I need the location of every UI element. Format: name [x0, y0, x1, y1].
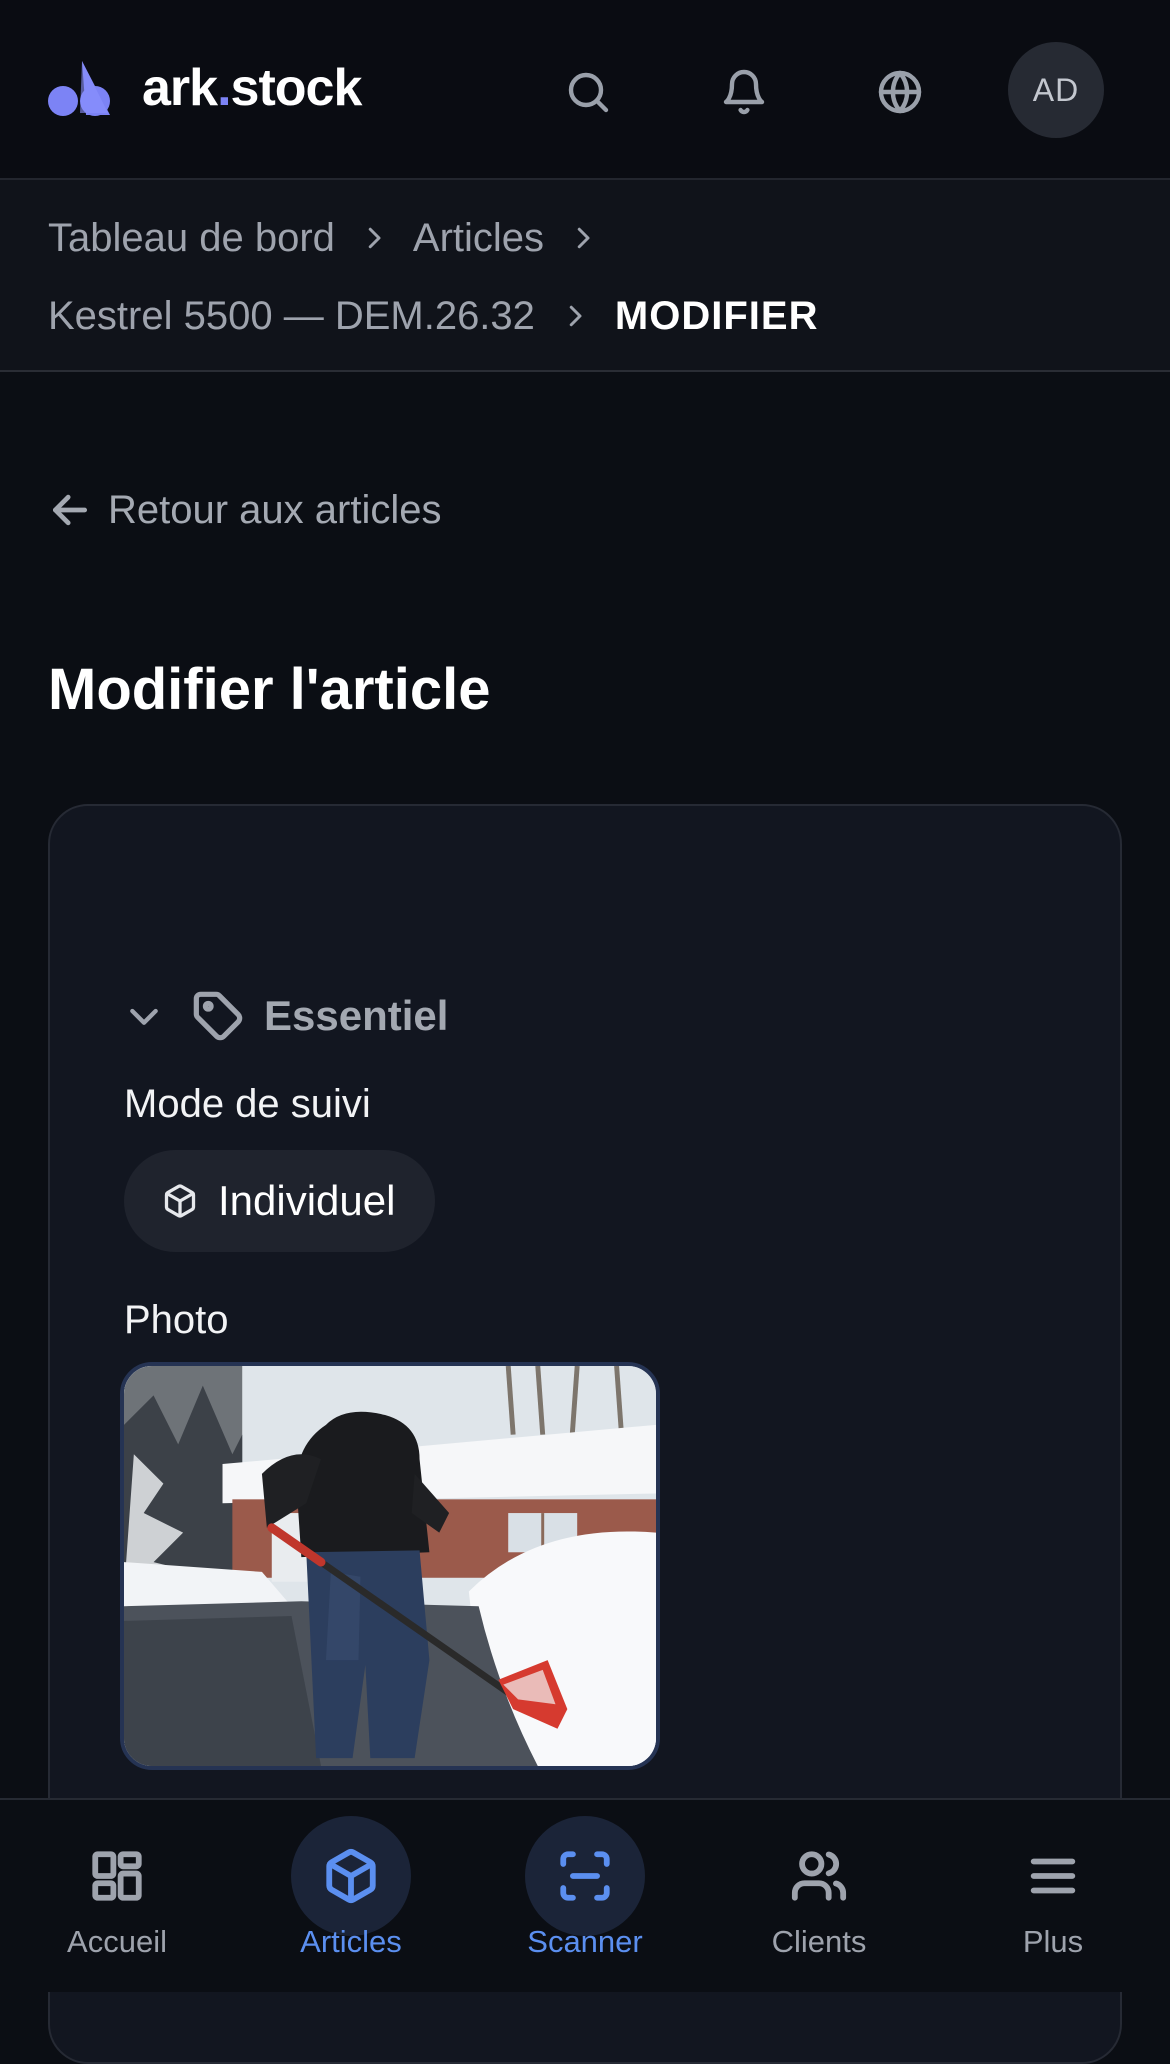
breadcrumb: Tableau de bord Articles Kestrel 5500 — …: [0, 180, 1170, 372]
search-icon: [568, 72, 609, 113]
search-button[interactable]: [540, 44, 636, 140]
users-icon: [791, 1851, 847, 1901]
nav-label: Scanner: [527, 1924, 643, 1959]
breadcrumb-current: MODIFIER: [614, 293, 819, 338]
nav-label: Clients: [771, 1924, 867, 1959]
arrow-left-icon: [52, 494, 88, 526]
brand-mark-icon: [48, 61, 110, 116]
package-icon: [326, 1849, 376, 1904]
nav-item-plus[interactable]: Plus: [936, 1800, 1170, 1992]
nav-icon-container: [525, 1816, 645, 1936]
nav-icon-container: [57, 1816, 177, 1936]
brand-name: ark.stock: [142, 59, 362, 117]
section-toggle-essentiel[interactable]: Essentiel: [124, 986, 448, 1046]
bell-icon: [723, 69, 765, 115]
page-title: Modifier l'article: [48, 657, 491, 722]
section-title: Essentiel: [264, 992, 449, 1039]
nav-label: Accueil: [67, 1924, 167, 1959]
brand-logo[interactable]: ark.stock: [46, 52, 362, 124]
nav-item-scanner[interactable]: Scanner: [468, 1800, 702, 1992]
chevron-right-icon: [544, 210, 622, 266]
nav-item-articles[interactable]: Articles: [234, 1800, 468, 1992]
scan-icon: [560, 1851, 610, 1901]
nav-icon-container: [993, 1816, 1113, 1936]
chevron-right-icon: [535, 288, 615, 344]
article-photo-image: [124, 1366, 656, 1766]
breadcrumb-item-article[interactable]: Kestrel 5500 — DEM.26.32: [48, 294, 535, 339]
photo-label: Photo: [124, 1298, 229, 1342]
article-photo[interactable]: [120, 1362, 660, 1770]
breadcrumb-item-dashboard[interactable]: Tableau de bord: [48, 216, 335, 261]
bottom-navigation: Accueil Articles Scanner Clients Plus: [0, 1798, 1170, 1992]
nav-item-clients[interactable]: Clients: [702, 1800, 936, 1992]
menu-icon: [1030, 1858, 1076, 1894]
tag-icon: [192, 990, 244, 1042]
tracking-mode-label: Mode de suivi: [124, 1082, 371, 1126]
chevron-right-icon: [335, 210, 413, 266]
chevron-down-icon: [124, 996, 164, 1036]
box-icon: [164, 1184, 196, 1218]
breadcrumb-item-articles[interactable]: Articles: [413, 216, 544, 261]
nav-label: Articles: [300, 1924, 402, 1959]
language-button[interactable]: [852, 44, 948, 140]
user-avatar[interactable]: AD: [1008, 42, 1104, 138]
tracking-mode-option[interactable]: Individuel: [124, 1150, 436, 1252]
nav-icon-container: [291, 1816, 411, 1936]
back-to-articles-link[interactable]: Retour aux articles: [48, 480, 441, 540]
notifications-button[interactable]: [696, 44, 792, 140]
back-link-label: Retour aux articles: [108, 487, 442, 532]
dashboard-icon: [92, 1851, 142, 1901]
nav-item-accueil[interactable]: Accueil: [0, 1800, 234, 1992]
globe-icon: [878, 70, 922, 114]
tracking-mode-value: Individuel: [218, 1177, 396, 1224]
top-app-bar: ark.stock AD: [0, 0, 1170, 180]
nav-icon-container: [759, 1816, 879, 1936]
nav-label: Plus: [1022, 1924, 1084, 1959]
